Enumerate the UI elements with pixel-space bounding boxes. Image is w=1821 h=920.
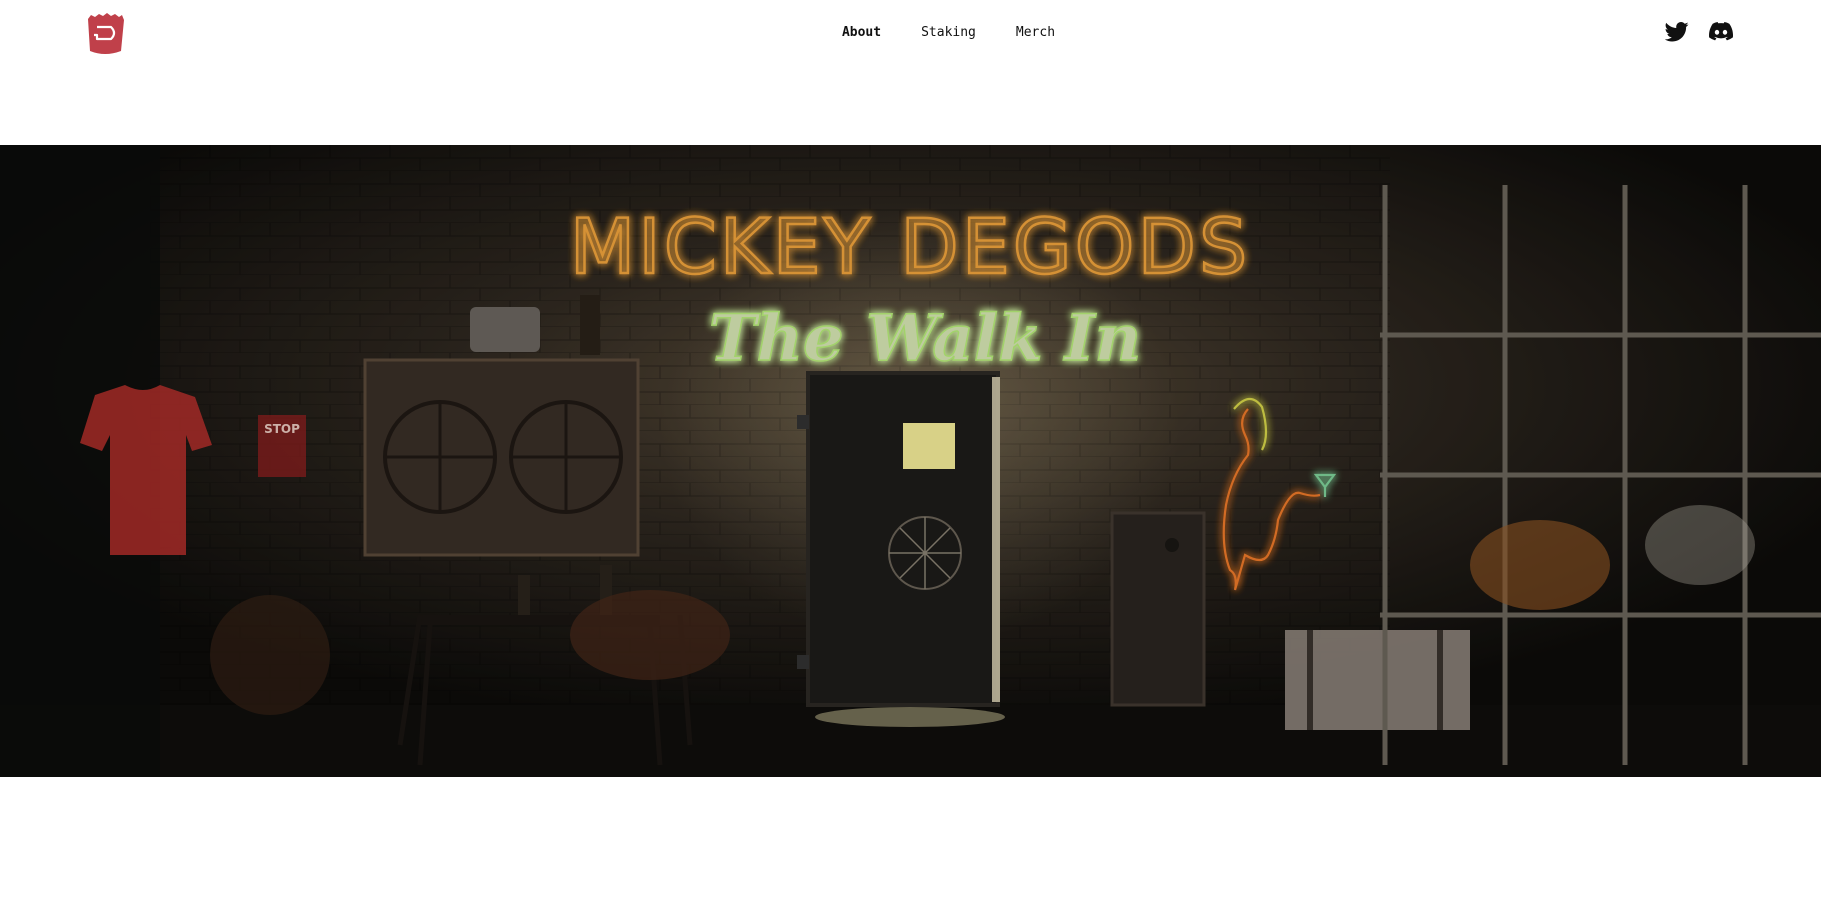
top-navigation-bar: About Staking Merch (0, 0, 1821, 70)
hero-banner: STOP MICKEY DEGODS The Walk In (0, 145, 1821, 777)
nav-merch-link[interactable]: Merch (1016, 25, 1055, 40)
social-links (1664, 22, 1734, 42)
nav-about-link[interactable]: About (842, 25, 881, 40)
main-nav: About Staking Merch (0, 25, 1821, 40)
twitter-icon[interactable] (1664, 22, 1689, 42)
nav-staking-link[interactable]: Staking (921, 25, 976, 40)
discord-icon[interactable] (1709, 22, 1734, 42)
